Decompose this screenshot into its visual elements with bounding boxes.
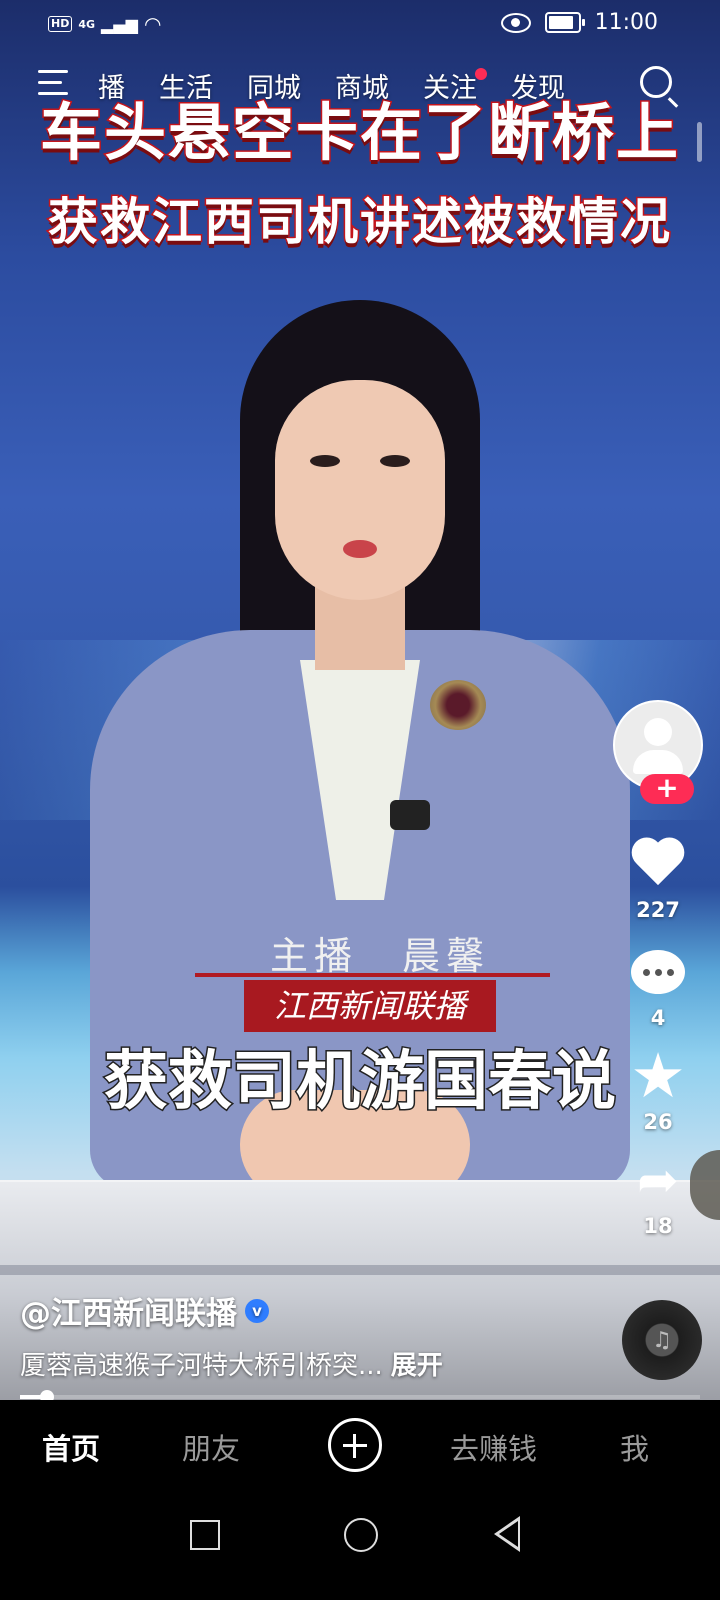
- heart-icon: [631, 839, 685, 889]
- program-divider: [195, 973, 550, 977]
- tab-earn[interactable]: 去赚钱: [450, 1426, 537, 1468]
- action-rail: + 227 4 ★ 26 ➦ 18: [608, 700, 708, 1238]
- tab-local[interactable]: 同城: [247, 66, 301, 105]
- scroll-indicator: [697, 122, 702, 162]
- back-icon[interactable]: [494, 1516, 520, 1552]
- signal-icon: ▂▄▆: [101, 14, 138, 34]
- video-headline-line2: 获救江西司机讲述被救情况: [47, 192, 672, 253]
- video-progress-bar[interactable]: [20, 1390, 700, 1404]
- notification-dot: [475, 68, 487, 80]
- bottom-tab-bar: 首页 朋友 去赚钱 我: [0, 1400, 720, 1490]
- home-icon[interactable]: [344, 1518, 378, 1552]
- verified-icon: v: [245, 1298, 269, 1323]
- top-nav: 播 生活 同城 商城 关注 发现: [0, 62, 720, 112]
- tab-home[interactable]: 首页: [42, 1426, 100, 1468]
- like-count: 227: [636, 898, 680, 922]
- system-nav-bar: [0, 1490, 720, 1600]
- share-icon: ➦: [637, 1151, 679, 1209]
- tab-discover[interactable]: 发现: [511, 66, 565, 105]
- clock: 11:00: [594, 10, 658, 35]
- expand-button[interactable]: 展开: [391, 1351, 443, 1381]
- favorite-action[interactable]: ★ 26: [608, 1039, 708, 1135]
- tab-me[interactable]: 我: [620, 1426, 649, 1468]
- status-bar: HD 4G ▂▄▆ ◠ 11:00: [0, 0, 720, 50]
- tab-live[interactable]: 播: [98, 66, 125, 105]
- battery-icon: [544, 12, 585, 33]
- network-type: 4G: [78, 17, 96, 31]
- description-text: 厦蓉高速猴子河特大桥引桥突...: [20, 1351, 383, 1381]
- comment-icon: [631, 950, 685, 994]
- share-count: 18: [643, 1214, 673, 1238]
- hd-badge: HD: [48, 16, 73, 32]
- star-icon: ★: [630, 1039, 686, 1112]
- author-handle: @江西新闻联播: [20, 1296, 237, 1332]
- tab-mall[interactable]: 商城: [335, 66, 389, 105]
- post-description[interactable]: 厦蓉高速猴子河特大桥引桥突... 展开: [20, 1345, 443, 1382]
- music-disc[interactable]: ♫: [622, 1300, 702, 1380]
- tab-following-label: 关注: [423, 73, 477, 104]
- tab-following[interactable]: 关注: [423, 66, 487, 105]
- eye-comfort-icon: [500, 12, 531, 33]
- tab-life[interactable]: 生活: [159, 66, 213, 105]
- recents-icon[interactable]: [190, 1520, 220, 1550]
- author-name[interactable]: @江西新闻联播 v: [20, 1288, 269, 1333]
- wifi-icon: ◠: [143, 12, 162, 36]
- favorite-count: 26: [643, 1110, 673, 1134]
- music-note-icon: ♫: [652, 1327, 672, 1353]
- anchor-name-label: 主播 晨馨: [270, 934, 491, 978]
- comment-action[interactable]: 4: [608, 944, 708, 1030]
- tab-friends[interactable]: 朋友: [182, 1426, 240, 1468]
- create-post-button[interactable]: [328, 1418, 382, 1472]
- comment-count: 4: [650, 1006, 666, 1030]
- menu-icon[interactable]: [38, 70, 68, 96]
- search-icon[interactable]: [640, 66, 672, 98]
- like-action[interactable]: 227: [608, 836, 708, 922]
- follow-button[interactable]: +: [640, 774, 694, 804]
- author-avatar[interactable]: +: [613, 700, 703, 804]
- program-logo: 江西新闻联播: [244, 980, 496, 1032]
